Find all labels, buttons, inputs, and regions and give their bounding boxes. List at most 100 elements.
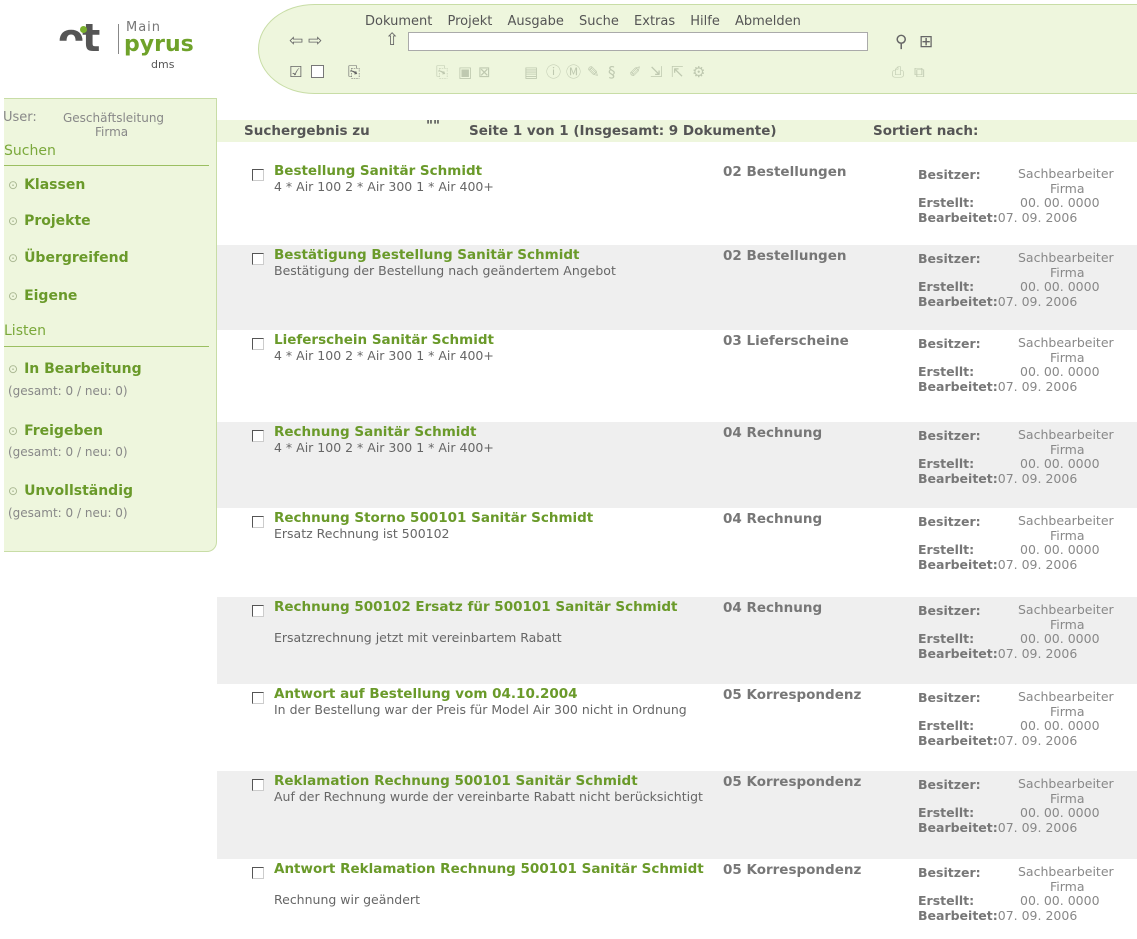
- sidebar-item-klassen[interactable]: ⊙ Klassen: [8, 177, 85, 193]
- up-arrow-icon[interactable]: ⇧: [385, 31, 399, 49]
- document-new-icon: ⎘: [436, 63, 449, 81]
- table-row[interactable]: Lieferschein Sanitär Schmidt 4 * Air 100 …: [217, 330, 1137, 422]
- document-class: 05 Korrespondenz: [723, 774, 862, 790]
- menu-hilfe[interactable]: Hilfe: [690, 14, 720, 29]
- edited-line: Bearbeitet:07. 09. 2006: [918, 210, 1077, 225]
- table-row[interactable]: Antwort auf Bestellung vom 04.10.2004 In …: [217, 684, 1137, 771]
- table-row[interactable]: Antwort Reklamation Rechnung 500101 Sani…: [217, 859, 1137, 939]
- edited-value: 07. 09. 2006: [997, 210, 1078, 225]
- created-value: 00. 00. 0000: [1020, 456, 1100, 471]
- owner-value: Sachbearbeiter: [1018, 689, 1114, 704]
- row-checkbox[interactable]: [252, 338, 264, 350]
- search-icon[interactable]: ⚲: [895, 33, 907, 51]
- row-checkbox[interactable]: [252, 779, 264, 791]
- owner-label: Besitzer:: [918, 690, 981, 705]
- main-menu: Dokument Projekt Ausgabe Suche Extras Hi…: [365, 14, 812, 29]
- logo-sub-text: dms: [151, 58, 175, 71]
- document-description: Ersatz Rechnung ist 500102: [274, 526, 450, 541]
- results-query: "": [426, 118, 441, 134]
- table-row[interactable]: Rechnung Storno 500101 Sanitär Schmidt Er…: [217, 508, 1137, 597]
- edited-line: Bearbeitet:07. 09. 2006: [918, 646, 1077, 661]
- edited-value: 07. 09. 2006: [997, 557, 1078, 572]
- menu-abmelden[interactable]: Abmelden: [735, 14, 801, 29]
- created-value: 00. 00. 0000: [1020, 631, 1100, 646]
- results-label: Suchergebnis zu: [244, 123, 370, 139]
- row-checkbox[interactable]: [252, 692, 264, 704]
- menu-ausgabe[interactable]: Ausgabe: [507, 14, 563, 29]
- created-label: Erstellt:: [918, 542, 975, 557]
- sidebar-item-eigene[interactable]: ⊙ Eigene: [8, 288, 77, 304]
- menu-extras[interactable]: Extras: [634, 14, 675, 29]
- document-class: 04 Rechnung: [723, 600, 823, 616]
- document-title-link[interactable]: Antwort Reklamation Rechnung 500101 Sani…: [274, 862, 704, 877]
- document-title-link[interactable]: Bestellung Sanitär Schmidt: [274, 164, 704, 179]
- document-class: 05 Korrespondenz: [723, 687, 862, 703]
- owner-org-value: Firma: [1050, 265, 1085, 280]
- edited-line: Bearbeitet:07. 09. 2006: [918, 471, 1077, 486]
- document-title-link[interactable]: Bestätigung Bestellung Sanitär Schmidt: [274, 248, 704, 263]
- info-icon: ⓘ: [546, 63, 562, 81]
- document-title-link[interactable]: Reklamation Rechnung 500101 Sanitär Schm…: [274, 774, 704, 789]
- import-icon: ⇲: [650, 63, 663, 81]
- sidebar-item-uebergreifend[interactable]: ⊙ Übergreifend: [8, 250, 129, 266]
- sidebar-item-projekte[interactable]: ⊙ Projekte: [8, 213, 91, 229]
- owner-org-value: Firma: [1050, 617, 1085, 632]
- workflow-icon: ⚙: [692, 63, 706, 81]
- created-label: Erstellt:: [918, 631, 975, 646]
- created-label: Erstellt:: [918, 364, 975, 379]
- address-input[interactable]: [408, 32, 868, 51]
- document-open-icon[interactable]: ⎘: [348, 64, 364, 80]
- table-row[interactable]: Reklamation Rechnung 500101 Sanitär Schm…: [217, 771, 1137, 859]
- deselect-checkbox-icon[interactable]: [311, 65, 324, 78]
- menu-dokument[interactable]: Dokument: [365, 14, 432, 29]
- created-value: 00. 00. 0000: [1020, 542, 1100, 557]
- edited-label: Bearbeitet:: [918, 908, 998, 923]
- owner-value: Sachbearbeiter: [1018, 250, 1114, 265]
- document-description: Bestätigung der Bestellung nach geändert…: [274, 263, 616, 278]
- document-title-link[interactable]: Rechnung Sanitär Schmidt: [274, 425, 704, 440]
- row-checkbox[interactable]: [252, 169, 264, 181]
- row-checkbox[interactable]: [252, 605, 264, 617]
- select-all-checkbox-icon[interactable]: ☑: [289, 64, 305, 80]
- menu-suche[interactable]: Suche: [579, 14, 619, 29]
- freigeben-counts: (gesamt: 0 / neu: 0): [8, 445, 128, 459]
- table-row[interactable]: Rechnung 500102 Ersatz für 500101 Sanitä…: [217, 597, 1137, 684]
- edited-label: Bearbeitet:: [918, 820, 998, 835]
- search-heading: Suchen: [4, 143, 56, 159]
- owner-org-value: Firma: [1050, 879, 1085, 894]
- document-description: 4 * Air 100 2 * Air 300 1 * Air 400+: [274, 179, 494, 194]
- row-checkbox[interactable]: [252, 253, 264, 265]
- owner-value: Sachbearbeiter: [1018, 335, 1114, 350]
- row-checkbox[interactable]: [252, 867, 264, 879]
- table-row[interactable]: Rechnung Sanitär Schmidt 4 * Air 100 2 * …: [217, 422, 1137, 508]
- edited-value: 07. 09. 2006: [997, 646, 1078, 661]
- menu-projekt[interactable]: Projekt: [447, 14, 492, 29]
- sidebar-item-unvollstaendig[interactable]: ⊙ Unvollständig: [8, 483, 133, 499]
- advanced-search-icon[interactable]: ⊞: [919, 33, 933, 51]
- row-checkbox[interactable]: [252, 516, 264, 528]
- created-label: Erstellt:: [918, 195, 975, 210]
- edited-label: Bearbeitet:: [918, 379, 998, 394]
- document-title-link[interactable]: Lieferschein Sanitär Schmidt: [274, 333, 704, 348]
- owner-org-value: Firma: [1050, 704, 1085, 719]
- edited-value: 07. 09. 2006: [997, 379, 1078, 394]
- owner-label: Besitzer:: [918, 251, 981, 266]
- sidebar-item-in-bearbeitung[interactable]: ⊙ In Bearbeitung: [8, 361, 142, 377]
- table-row[interactable]: Bestätigung Bestellung Sanitär Schmidt Be…: [217, 245, 1137, 330]
- row-checkbox[interactable]: [252, 430, 264, 442]
- sidebar-item-freigeben[interactable]: ⊙ Freigeben: [8, 423, 103, 439]
- document-title-link[interactable]: Antwort auf Bestellung vom 04.10.2004: [274, 687, 704, 702]
- back-arrow-icon[interactable]: ⇦: [289, 32, 303, 50]
- created-label: Erstellt:: [918, 456, 975, 471]
- owner-org-value: Firma: [1050, 181, 1085, 196]
- edited-value: 07. 09. 2006: [997, 294, 1078, 309]
- forward-arrow-icon[interactable]: ⇨: [308, 32, 322, 50]
- document-title-link[interactable]: Rechnung Storno 500101 Sanitär Schmidt: [274, 511, 704, 526]
- table-row[interactable]: Bestellung Sanitär Schmidt 4 * Air 100 2 …: [217, 161, 1137, 245]
- bullet-icon: ⊙: [8, 289, 19, 303]
- created-label: Erstellt:: [918, 805, 975, 820]
- document-class: 04 Rechnung: [723, 425, 823, 441]
- edited-label: Bearbeitet:: [918, 294, 998, 309]
- document-title-link[interactable]: Rechnung 500102 Ersatz für 500101 Sanitä…: [274, 600, 704, 615]
- results-sort-label[interactable]: Sortiert nach:: [873, 120, 978, 142]
